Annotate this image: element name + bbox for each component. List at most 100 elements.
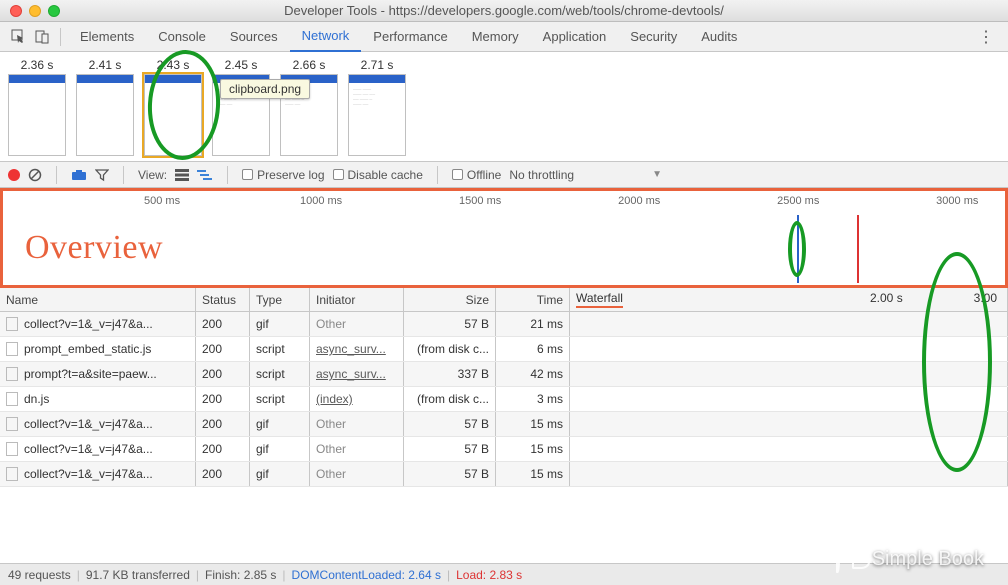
tab-console[interactable]: Console xyxy=(146,22,218,52)
filmstrip-frame[interactable]: 2.43 s xyxy=(144,58,202,156)
col-waterfall[interactable]: Waterfall 2.00 s 3.00 xyxy=(570,288,1008,312)
filmstrip-frame[interactable]: 2.41 s xyxy=(76,58,134,156)
view-label: View: xyxy=(138,168,167,182)
request-name: collect?v=1&_v=j47&a... xyxy=(24,417,153,431)
clear-button[interactable] xyxy=(28,168,42,182)
tab-performance[interactable]: Performance xyxy=(361,22,459,52)
request-type: gif xyxy=(250,437,310,461)
request-time: 42 ms xyxy=(496,362,570,386)
tab-sources[interactable]: Sources xyxy=(218,22,290,52)
table-row[interactable]: prompt_embed_static.js200scriptasync_sur… xyxy=(0,337,1008,362)
filmstrip-frame[interactable]: 2.45 s─── ────── ── ──── ─── ──── ── xyxy=(212,58,270,156)
filmstrip-frame[interactable]: 2.36 s xyxy=(8,58,66,156)
col-name[interactable]: Name xyxy=(0,288,196,312)
window-titlebar: Developer Tools - https://developers.goo… xyxy=(0,0,1008,22)
tab-memory[interactable]: Memory xyxy=(460,22,531,52)
request-waterfall xyxy=(570,437,1008,461)
col-size[interactable]: Size xyxy=(404,288,496,312)
request-waterfall xyxy=(570,462,1008,486)
network-toolbar: View: Preserve log Disable cache Offline… xyxy=(0,162,1008,188)
col-initiator[interactable]: Initiator xyxy=(310,288,404,312)
frame-timestamp: 2.36 s xyxy=(8,58,66,72)
overview-pane[interactable]: 500 ms1000 ms1500 ms2000 ms2500 ms3000 m… xyxy=(0,188,1008,288)
tab-audits[interactable]: Audits xyxy=(689,22,749,52)
finish-time: Finish: 2.85 s xyxy=(205,568,276,582)
overview-ticks: 500 ms1000 ms1500 ms2000 ms2500 ms3000 m… xyxy=(3,195,1005,213)
main-tabs: ElementsConsoleSourcesNetworkPerformance… xyxy=(68,22,749,52)
file-icon xyxy=(6,417,18,431)
filmstrip-frame[interactable]: 2.66 s─── ────── ── ──── ─── ──── ── xyxy=(280,58,338,156)
tab-security[interactable]: Security xyxy=(618,22,689,52)
request-name: prompt?t=a&site=paew... xyxy=(24,367,157,381)
offline-checkbox[interactable]: Offline xyxy=(452,168,501,182)
file-icon xyxy=(6,467,18,481)
request-initiator[interactable]: async_surv... xyxy=(310,362,404,386)
request-time: 3 ms xyxy=(496,387,570,411)
filmstrip-frame[interactable]: 2.71 s─── ────── ── ──── ─── ──── ── xyxy=(348,58,406,156)
request-size: (from disk c... xyxy=(404,337,496,361)
overview-annotation-label: Overview xyxy=(25,229,163,267)
file-icon xyxy=(6,367,18,381)
table-row[interactable]: collect?v=1&_v=j47&a...200gifOther57 B15… xyxy=(0,437,1008,462)
request-time: 15 ms xyxy=(496,462,570,486)
request-name: collect?v=1&_v=j47&a... xyxy=(24,467,153,481)
request-status: 200 xyxy=(196,462,250,486)
request-time: 6 ms xyxy=(496,337,570,361)
request-initiator[interactable]: (index) xyxy=(310,387,404,411)
col-time[interactable]: Time xyxy=(496,288,570,312)
tab-network[interactable]: Network xyxy=(290,22,362,52)
file-icon xyxy=(6,442,18,456)
table-row[interactable]: collect?v=1&_v=j47&a...200gifOther57 B21… xyxy=(0,312,1008,337)
request-size: 57 B xyxy=(404,412,496,436)
request-name: prompt_embed_static.js xyxy=(24,342,151,356)
more-menu-icon[interactable]: ⋮ xyxy=(972,27,1000,47)
request-time: 15 ms xyxy=(496,437,570,461)
device-toggle-icon[interactable] xyxy=(31,26,53,48)
inspect-element-icon[interactable] xyxy=(8,26,30,48)
table-header-row: Name Status Type Initiator Size Time Wat… xyxy=(0,288,1008,312)
large-rows-icon[interactable] xyxy=(175,169,189,181)
request-waterfall xyxy=(570,312,1008,336)
capture-screenshots-icon[interactable] xyxy=(71,169,87,181)
window-title: Developer Tools - https://developers.goo… xyxy=(0,3,1008,18)
frame-thumbnail xyxy=(144,74,202,156)
devtools-tabrow: ElementsConsoleSourcesNetworkPerformance… xyxy=(0,22,1008,52)
request-size: (from disk c... xyxy=(404,387,496,411)
request-size: 57 B xyxy=(404,462,496,486)
separator xyxy=(60,28,61,46)
col-type[interactable]: Type xyxy=(250,288,310,312)
request-initiator[interactable]: async_surv... xyxy=(310,337,404,361)
request-name: collect?v=1&_v=j47&a... xyxy=(24,317,153,331)
request-waterfall xyxy=(570,362,1008,386)
transferred-size: 91.7 KB transferred xyxy=(86,568,190,582)
request-waterfall xyxy=(570,412,1008,436)
table-row[interactable]: collect?v=1&_v=j47&a...200gifOther57 B15… xyxy=(0,462,1008,487)
tick-label: 2500 ms xyxy=(777,195,819,207)
tick-label: 2000 ms xyxy=(618,195,660,207)
frame-thumbnail xyxy=(76,74,134,156)
tab-elements[interactable]: Elements xyxy=(68,22,146,52)
waterfall-icon[interactable] xyxy=(197,169,213,181)
throttling-select[interactable]: No throttling xyxy=(509,168,574,182)
table-row[interactable]: prompt?t=a&site=paew...200scriptasync_su… xyxy=(0,362,1008,387)
request-initiator: Other xyxy=(310,312,404,336)
tick-label: 1500 ms xyxy=(459,195,501,207)
preserve-log-checkbox[interactable]: Preserve log xyxy=(242,168,324,182)
file-icon xyxy=(6,342,18,356)
request-size: 57 B xyxy=(404,437,496,461)
tick-label: 1000 ms xyxy=(300,195,342,207)
request-type: gif xyxy=(250,462,310,486)
request-size: 57 B xyxy=(404,312,496,336)
table-row[interactable]: dn.js200script(index)(from disk c...3 ms xyxy=(0,387,1008,412)
tab-application[interactable]: Application xyxy=(531,22,619,52)
disable-cache-checkbox[interactable]: Disable cache xyxy=(333,168,423,182)
request-status: 200 xyxy=(196,362,250,386)
dropdown-icon[interactable]: ▼ xyxy=(652,169,662,180)
request-initiator: Other xyxy=(310,437,404,461)
table-row[interactable]: collect?v=1&_v=j47&a...200gifOther57 B15… xyxy=(0,412,1008,437)
filter-icon[interactable] xyxy=(95,168,109,182)
col-status[interactable]: Status xyxy=(196,288,250,312)
load-line xyxy=(857,215,859,283)
request-status: 200 xyxy=(196,337,250,361)
record-button[interactable] xyxy=(8,169,20,181)
